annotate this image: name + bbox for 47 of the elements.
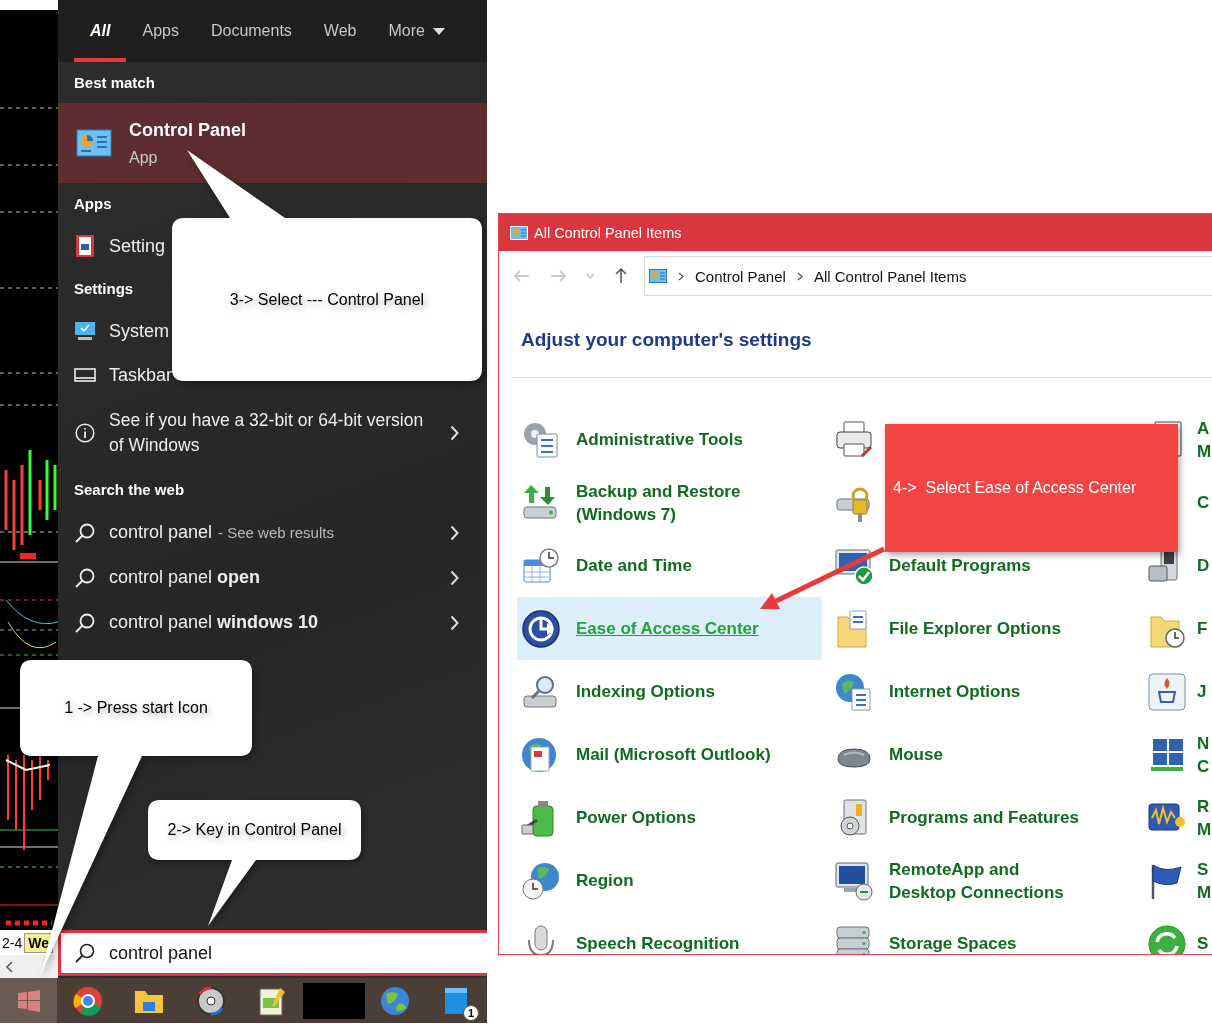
- callout-text: 1 -> Press start Icon: [64, 699, 208, 717]
- item-label: Mouse: [889, 744, 943, 766]
- result-text: Taskbar: [109, 364, 173, 386]
- count-badge: 1: [463, 1005, 480, 1021]
- callout-text: 2-> Key in Control Panel: [167, 821, 342, 839]
- period-label: 2-4: [1, 934, 24, 951]
- item-label: Speech Recognition: [576, 933, 740, 954]
- item-label: N C: [1197, 732, 1210, 778]
- item-label: Storage Spaces: [889, 933, 1017, 954]
- section-header: Settings: [74, 280, 134, 297]
- section-header: Best match: [74, 74, 155, 91]
- callout-text: 4-> Select Ease of Access Center: [893, 479, 1137, 497]
- item-label: Ease of Access Center: [576, 618, 759, 640]
- result-text: See if you have a 32-bit or 64-bit version of Windows: [109, 409, 425, 457]
- item-label: Programs and Features: [889, 807, 1079, 829]
- item-label: S M: [1197, 858, 1212, 904]
- section-header: Search the web: [74, 481, 185, 498]
- item-label: S: [1197, 933, 1209, 954]
- section-header: Apps: [74, 195, 112, 212]
- item-label: RemoteApp and Desktop Connections: [889, 858, 1064, 904]
- callout-text: 3-> Select --- Control Panel: [229, 290, 425, 309]
- item-label: A M: [1197, 417, 1212, 463]
- item-label: C: [1197, 492, 1210, 514]
- result-hint: - See web results: [218, 524, 334, 541]
- item-label: Power Options: [576, 807, 696, 829]
- window-title: All Control Panel Items: [534, 224, 682, 241]
- result-text: control panel windows 10: [109, 612, 319, 633]
- item-label: Indexing Options: [576, 681, 715, 703]
- page-heading: Adjust your computer's settings: [520, 329, 813, 351]
- item-label: J: [1197, 681, 1207, 703]
- item-label: File Explorer Options: [889, 618, 1061, 640]
- result-text: control panel: [109, 522, 213, 543]
- item-label: R M: [1197, 795, 1212, 841]
- item-label: D: [1197, 555, 1210, 577]
- item-label: Internet Options: [889, 681, 1021, 703]
- result-title: Control Panel: [129, 119, 246, 141]
- item-label: Region: [576, 870, 634, 892]
- result-type: App: [129, 148, 159, 167]
- item-label: Mail (Microsoft Outlook): [576, 744, 771, 766]
- item-label: F: [1197, 618, 1208, 640]
- item-label: Backup and Restore (Windows 7): [576, 480, 741, 526]
- result-text: System: [109, 320, 169, 342]
- result-text: Setting: [109, 235, 166, 257]
- item-label: Administrative Tools: [576, 429, 743, 451]
- item-label: Date and Time: [576, 555, 692, 577]
- item-label: Default Programs: [889, 555, 1031, 577]
- result-text: control panel open: [109, 567, 261, 588]
